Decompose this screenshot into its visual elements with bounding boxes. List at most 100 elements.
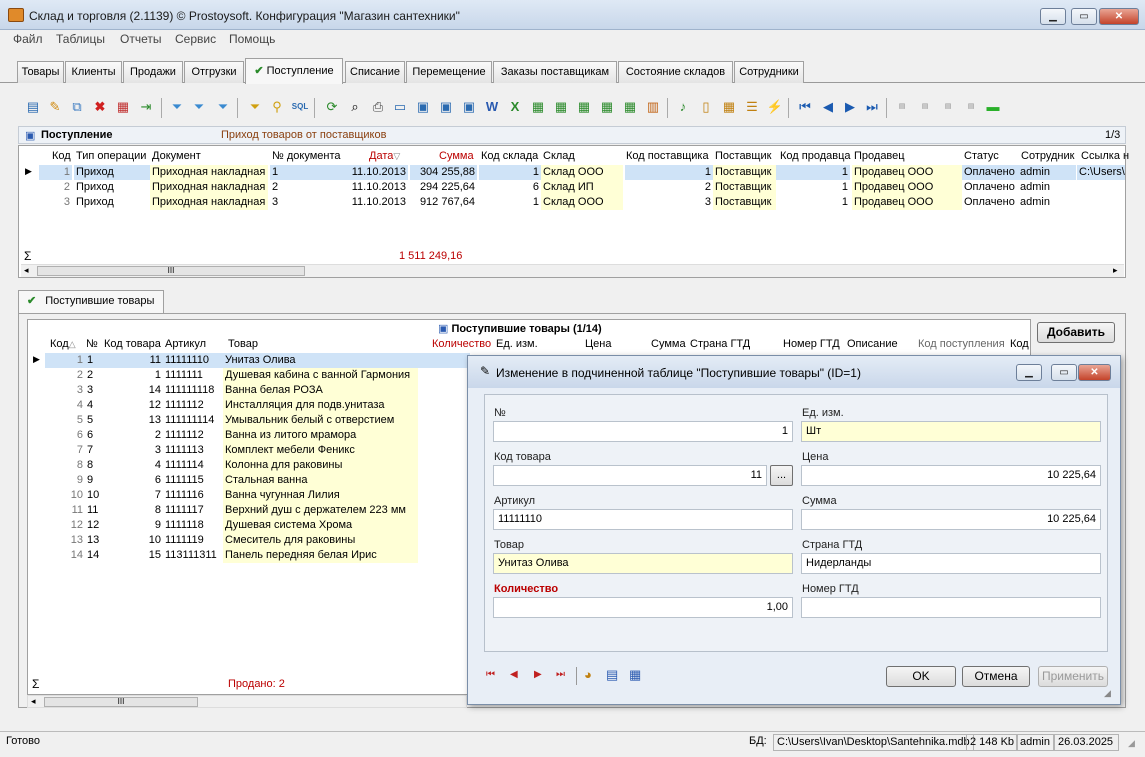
- table-cell[interactable]: 1111119: [163, 533, 223, 548]
- export-icon[interactable]: ▣: [414, 98, 432, 116]
- first-record-icon[interactable]: ⏮: [796, 98, 814, 116]
- table-cell[interactable]: 912 767,64: [410, 195, 477, 210]
- table-cell[interactable]: 2: [85, 368, 103, 383]
- table-cell[interactable]: 1111112: [163, 398, 223, 413]
- table-cell[interactable]: 1: [45, 353, 85, 368]
- new-record-icon[interactable]: ▤: [24, 98, 42, 116]
- table-cell[interactable]: Приходная накладная: [150, 180, 268, 195]
- tab-received-goods[interactable]: ✔ Поступившие товары: [18, 290, 164, 313]
- table-cell[interactable]: 1111115: [163, 473, 223, 488]
- table-cell[interactable]: Умывальник белый с отверстием: [223, 413, 418, 428]
- table-cell[interactable]: Склад ООО: [541, 165, 623, 180]
- col-header[interactable]: Поставщик: [715, 150, 771, 162]
- scroll-thumb[interactable]: III: [44, 697, 198, 707]
- tab-warehouse-state[interactable]: Состояние складов: [618, 61, 733, 83]
- sql-icon[interactable]: SQL: [291, 98, 309, 116]
- table-cell[interactable]: 11: [45, 503, 85, 518]
- table-cell[interactable]: Панель передняя белая Ирис: [223, 548, 418, 563]
- filter-icon[interactable]: ⏷: [168, 98, 186, 116]
- export2-icon[interactable]: ▣: [437, 98, 455, 116]
- t12-icon[interactable]: ▤: [962, 98, 980, 116]
- col-header[interactable]: Сумма: [651, 338, 686, 350]
- green-bar-icon[interactable]: ▬: [984, 98, 1002, 116]
- table-cell[interactable]: 1111112: [163, 428, 223, 443]
- table-cell[interactable]: 5: [45, 413, 85, 428]
- ttn-icon[interactable]: ▤: [939, 98, 957, 116]
- palette-icon[interactable]: ◕: [584, 667, 592, 682]
- invoice-icon[interactable]: ▤: [893, 98, 911, 116]
- col-header[interactable]: Документ: [152, 150, 201, 162]
- col-header[interactable]: Сотрудник: [1021, 150, 1074, 162]
- table-cell[interactable]: [1077, 195, 1125, 210]
- table-cell[interactable]: 1111111: [163, 368, 223, 383]
- table-cell[interactable]: Верхний душ с держателем 223 мм: [223, 503, 418, 518]
- music-note-icon[interactable]: ♪: [674, 98, 692, 116]
- dialog-maximize-button[interactable]: ▭: [1051, 364, 1077, 381]
- menu-file[interactable]: Файл: [13, 32, 43, 46]
- horizontal-scrollbar[interactable]: ◂ III ▸: [21, 264, 1124, 277]
- lower-horizontal-scrollbar[interactable]: ◂ III: [27, 695, 467, 708]
- filter-yellow-icon[interactable]: ⏷: [246, 98, 264, 116]
- scroll-left-icon[interactable]: ◂: [31, 696, 36, 707]
- delete-icon[interactable]: ✖: [91, 98, 109, 116]
- col-header[interactable]: Ссылка н: [1081, 150, 1129, 162]
- table-cell[interactable]: 1: [103, 368, 163, 383]
- menu-help[interactable]: Помощь: [229, 32, 275, 46]
- excel-icon[interactable]: X: [506, 98, 524, 116]
- table-cell[interactable]: 6: [45, 428, 85, 443]
- next-record-icon[interactable]: ▶: [841, 98, 859, 116]
- export3-icon[interactable]: ▣: [460, 98, 478, 116]
- product-code-field[interactable]: 11: [493, 465, 767, 486]
- cancel-button[interactable]: Отмена: [962, 666, 1030, 687]
- prev-record-icon[interactable]: ◀: [819, 98, 837, 116]
- table-cell[interactable]: admin: [1018, 180, 1076, 195]
- scroll-thumb[interactable]: III: [37, 266, 305, 276]
- col-header[interactable]: Номер ГТД: [783, 338, 840, 350]
- table-cell[interactable]: Оплачено: [962, 195, 1018, 210]
- tab-employees[interactable]: Сотрудники: [734, 61, 804, 83]
- tab-clients[interactable]: Клиенты: [65, 61, 122, 83]
- filter-clear-icon[interactable]: ⏷: [214, 98, 232, 116]
- table-cell[interactable]: 10: [45, 488, 85, 503]
- table-cell[interactable]: admin: [1018, 165, 1076, 180]
- table-cell[interactable]: Инсталляция для подв.унитаза: [223, 398, 418, 413]
- col-header[interactable]: Сумма: [439, 150, 474, 162]
- table-cell[interactable]: 4: [45, 398, 85, 413]
- table-cell[interactable]: Приход: [74, 180, 150, 195]
- table-cell[interactable]: 12: [45, 518, 85, 533]
- table-cell[interactable]: Душевая кабина с ванной Гармония: [223, 368, 418, 383]
- table-cell[interactable]: 1: [776, 165, 850, 180]
- article-field[interactable]: 11111110: [493, 509, 793, 530]
- copy-icon[interactable]: ⧉: [68, 98, 86, 116]
- last-record-icon[interactable]: ⏭: [863, 98, 881, 116]
- tab-supplier-orders[interactable]: Заказы поставщикам: [493, 61, 617, 83]
- table-cell[interactable]: 2: [45, 368, 85, 383]
- refresh-icon[interactable]: ⟳: [323, 98, 341, 116]
- table-cell[interactable]: 3: [625, 195, 713, 210]
- delete-table-icon[interactable]: ▦: [114, 98, 132, 116]
- table-cell[interactable]: 1111113: [163, 443, 223, 458]
- table-cell[interactable]: 3: [45, 383, 85, 398]
- col-header[interactable]: Код продавца: [780, 150, 851, 162]
- col-header[interactable]: Склад: [543, 150, 575, 162]
- sum-field[interactable]: 10 225,64: [801, 509, 1101, 530]
- table-cell[interactable]: 8: [85, 458, 103, 473]
- table-cell[interactable]: 8: [103, 503, 163, 518]
- export-html-icon[interactable]: ▦: [621, 98, 639, 116]
- ok-button[interactable]: OK: [886, 666, 956, 687]
- table-cell[interactable]: Склад ООО: [541, 195, 623, 210]
- gtd-number-field[interactable]: [801, 597, 1101, 618]
- table-cell[interactable]: 7: [45, 443, 85, 458]
- tab-products[interactable]: Товары: [17, 61, 64, 83]
- table-cell[interactable]: Поставщик: [713, 180, 776, 195]
- table-cell[interactable]: 1: [776, 195, 850, 210]
- table-cell[interactable]: Оплачено: [962, 180, 1018, 195]
- tab-writeoff[interactable]: Списание: [345, 61, 405, 83]
- table-cell[interactable]: 1111117: [163, 503, 223, 518]
- scroll-left-icon[interactable]: ◂: [24, 265, 29, 276]
- resize-grip-icon[interactable]: ◢: [1104, 688, 1111, 699]
- col-header[interactable]: Тип операции: [76, 150, 146, 162]
- table-cell[interactable]: C:\Users\: [1077, 165, 1125, 180]
- browse-button[interactable]: ...: [770, 465, 793, 486]
- table-cell[interactable]: 6: [85, 428, 103, 443]
